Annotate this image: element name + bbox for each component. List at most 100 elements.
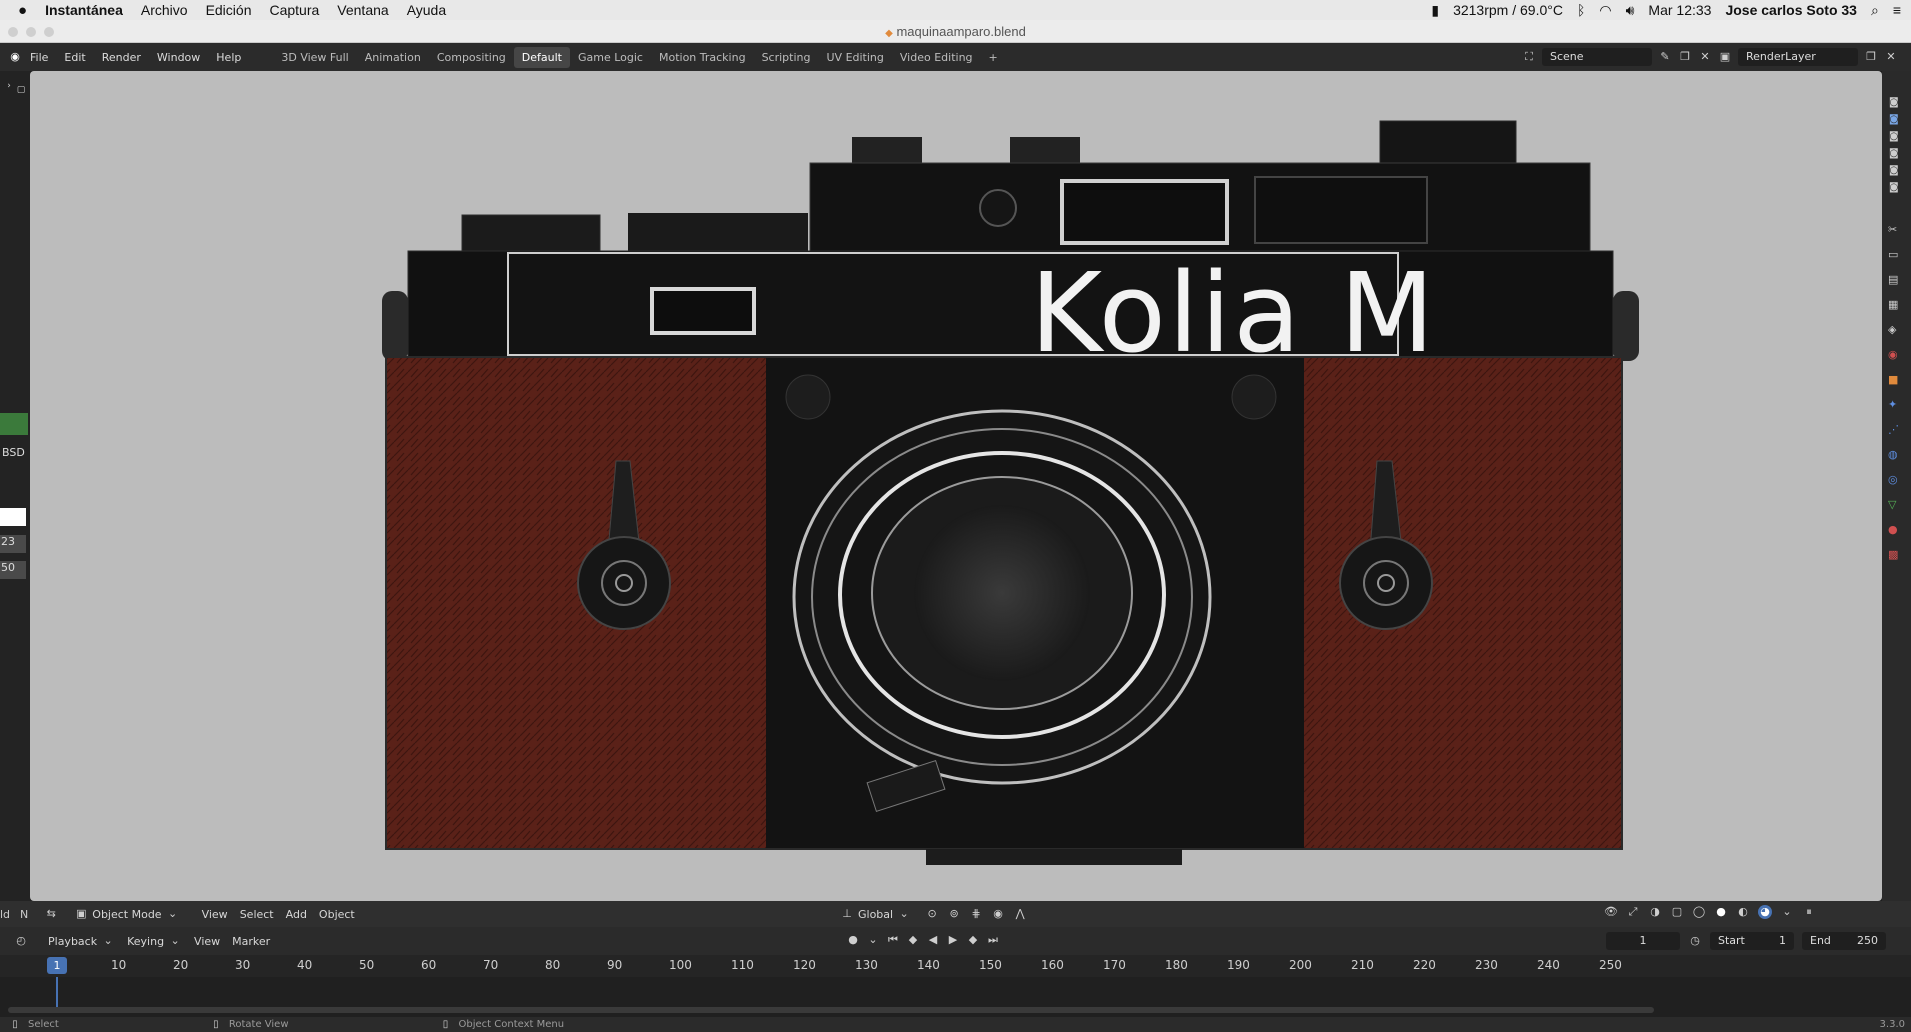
data-icon[interactable]: ▽ (1888, 498, 1899, 511)
menu-window[interactable]: Window (149, 51, 208, 64)
menu-edit[interactable]: Edit (56, 51, 93, 64)
delete-layer-icon[interactable]: ✕ (1884, 50, 1898, 64)
timeline-area[interactable] (0, 977, 1911, 1017)
scene-props-icon[interactable]: ◈ (1888, 323, 1899, 336)
camera-view-icon[interactable]: ◙ (1889, 165, 1899, 176)
menu-view[interactable]: View (196, 906, 234, 923)
white-swatch[interactable] (0, 508, 26, 526)
volume-icon[interactable]: 🔊︎ (1626, 2, 1635, 19)
object-mode-dropdown[interactable]: ▣ Object Mode ⌄ (68, 905, 185, 923)
camera-view-icon[interactable]: ◙ (1889, 148, 1899, 159)
overlay-icon[interactable]: ◑ (1648, 905, 1662, 919)
user-name[interactable]: Jose carlos Soto 33 (1725, 2, 1857, 18)
blender-logo-icon[interactable]: ◉ (8, 50, 22, 64)
solid-shading-icon[interactable]: ● (1714, 905, 1728, 919)
close-window-icon[interactable] (8, 27, 18, 37)
gizmo-icon[interactable]: ⤢ (1626, 905, 1640, 919)
notification-icon[interactable]: ≡ (1893, 2, 1901, 18)
record-icon[interactable]: ● (846, 933, 860, 947)
xray-icon[interactable]: ▢ (1670, 905, 1684, 919)
stopwatch-icon[interactable]: ◷ (1688, 934, 1702, 948)
object-icon[interactable]: ■ (1888, 373, 1899, 386)
sidebar-toggle-icon[interactable]: ⏸ (1802, 905, 1816, 919)
particles-icon[interactable]: ⋰ (1888, 423, 1899, 436)
menu-select[interactable]: Select (234, 906, 280, 923)
wifi-icon[interactable]: ◠ (1599, 2, 1611, 19)
left-label-50[interactable]: 50 (0, 561, 26, 579)
menu-archivo[interactable]: Archivo (141, 2, 188, 18)
menu-ayuda[interactable]: Ayuda (407, 2, 446, 18)
editor-type-button[interactable]: ⇆ (38, 905, 64, 923)
scene-field[interactable]: Scene (1542, 48, 1652, 66)
frame-ruler[interactable]: 1 10 20 30 40 50 60 70 80 90 100 110 120 130 140 150 16… (0, 955, 1911, 977)
tab-video-editing[interactable]: Video Editing (892, 47, 981, 68)
texture-icon[interactable]: ▩ (1888, 548, 1899, 561)
tab-3d-view-full[interactable]: 3D View Full (273, 47, 356, 68)
jump-start-icon[interactable]: ⏮ (886, 933, 900, 947)
toolbar-toggle-icon[interactable]: ▢ (14, 83, 28, 97)
bluetooth-icon[interactable]: ᛒ (1577, 2, 1585, 18)
tab-animation[interactable]: Animation (357, 47, 429, 68)
pivot-icon[interactable]: ⊙ (925, 907, 939, 921)
tab-uv-editing[interactable]: UV Editing (819, 47, 892, 68)
camera-view-icon[interactable]: ◙ (1889, 97, 1899, 108)
new-scene-icon[interactable]: ❐ (1678, 50, 1692, 64)
pin-icon[interactable]: ✎ (1658, 50, 1672, 64)
chevron-down-icon[interactable]: ⌄ (866, 933, 880, 947)
apple-icon[interactable]: ● (18, 2, 27, 19)
camera-view-icon[interactable]: ◙ (1889, 182, 1899, 193)
menu-keying[interactable]: Keying ⌄ (121, 932, 188, 950)
material-icon[interactable]: ● (1888, 523, 1899, 536)
scene-icon[interactable]: ⛶ (1522, 50, 1536, 64)
render-layer-icon[interactable]: ▣ (1718, 50, 1732, 64)
left-label-23[interactable]: 23 (0, 535, 26, 553)
menu-timeline-view[interactable]: View (188, 933, 226, 950)
world-icon[interactable]: ◉ (1888, 348, 1899, 361)
current-frame-marker[interactable]: 1 (47, 957, 67, 974)
output-icon[interactable]: ▤ (1888, 273, 1899, 286)
end-frame-field[interactable]: End 250 (1802, 932, 1886, 950)
play-reverse-icon[interactable]: ◀ (926, 933, 940, 947)
physics-icon[interactable]: ◍ (1888, 448, 1899, 461)
zoom-window-icon[interactable] (44, 27, 54, 37)
falloff-icon[interactable]: ⋀ (1013, 907, 1027, 921)
snap-icon[interactable]: ⊚ (947, 907, 961, 921)
view-layer-icon[interactable]: ▦ (1888, 298, 1899, 311)
prev-keyframe-icon[interactable]: ◆ (906, 933, 920, 947)
material-shading-icon[interactable]: ◐ (1736, 905, 1750, 919)
menu-add[interactable]: Add (280, 906, 313, 923)
camera-model[interactable] (30, 71, 1882, 901)
menu-help[interactable]: Help (208, 51, 249, 64)
menu-edicion[interactable]: Edición (206, 2, 252, 18)
menu-file[interactable]: File (22, 51, 56, 64)
tab-scripting[interactable]: Scripting (754, 47, 819, 68)
render-layer-field[interactable]: RenderLayer (1738, 48, 1858, 66)
menu-captura[interactable]: Captura (269, 2, 319, 18)
menu-marker[interactable]: Marker (226, 933, 276, 950)
jump-end-icon[interactable]: ⏭ (986, 933, 1000, 947)
menu-ventana[interactable]: Ventana (337, 2, 388, 18)
snap-type-icon[interactable]: ⋕ (969, 907, 983, 921)
modifier-icon[interactable]: ✦ (1888, 398, 1899, 411)
timeline-editor-type-button[interactable]: ◴ (8, 932, 34, 950)
add-workspace-button[interactable]: + (981, 47, 1006, 68)
temp-icon[interactable]: ▮ (1431, 2, 1439, 19)
new-layer-icon[interactable]: ❐ (1864, 50, 1878, 64)
play-icon[interactable]: ▶ (946, 933, 960, 947)
start-frame-field[interactable]: Start 1 (1710, 932, 1794, 950)
timeline-scrollbar[interactable] (8, 1007, 1654, 1013)
menu-render[interactable]: Render (94, 51, 149, 64)
menu-playback[interactable]: Playback ⌄ (42, 932, 121, 950)
fan-status[interactable]: 3213rpm / 69.0°C (1453, 2, 1563, 18)
tab-default[interactable]: Default (513, 46, 570, 68)
shading-options-icon[interactable]: ⌄ (1780, 905, 1794, 919)
camera-view-icon[interactable]: ◙ (1889, 114, 1899, 125)
tab-motion-tracking[interactable]: Motion Tracking (651, 47, 754, 68)
tool-icon[interactable]: ✂ (1888, 223, 1899, 236)
tab-game-logic[interactable]: Game Logic (570, 47, 651, 68)
app-name[interactable]: Instantánea (45, 2, 123, 18)
minimize-window-icon[interactable] (26, 27, 36, 37)
3d-viewport[interactable]: Kolia M (30, 71, 1882, 901)
rendered-shading-icon[interactable]: ◕ (1758, 905, 1772, 919)
wireframe-shading-icon[interactable]: ◯ (1692, 905, 1706, 919)
